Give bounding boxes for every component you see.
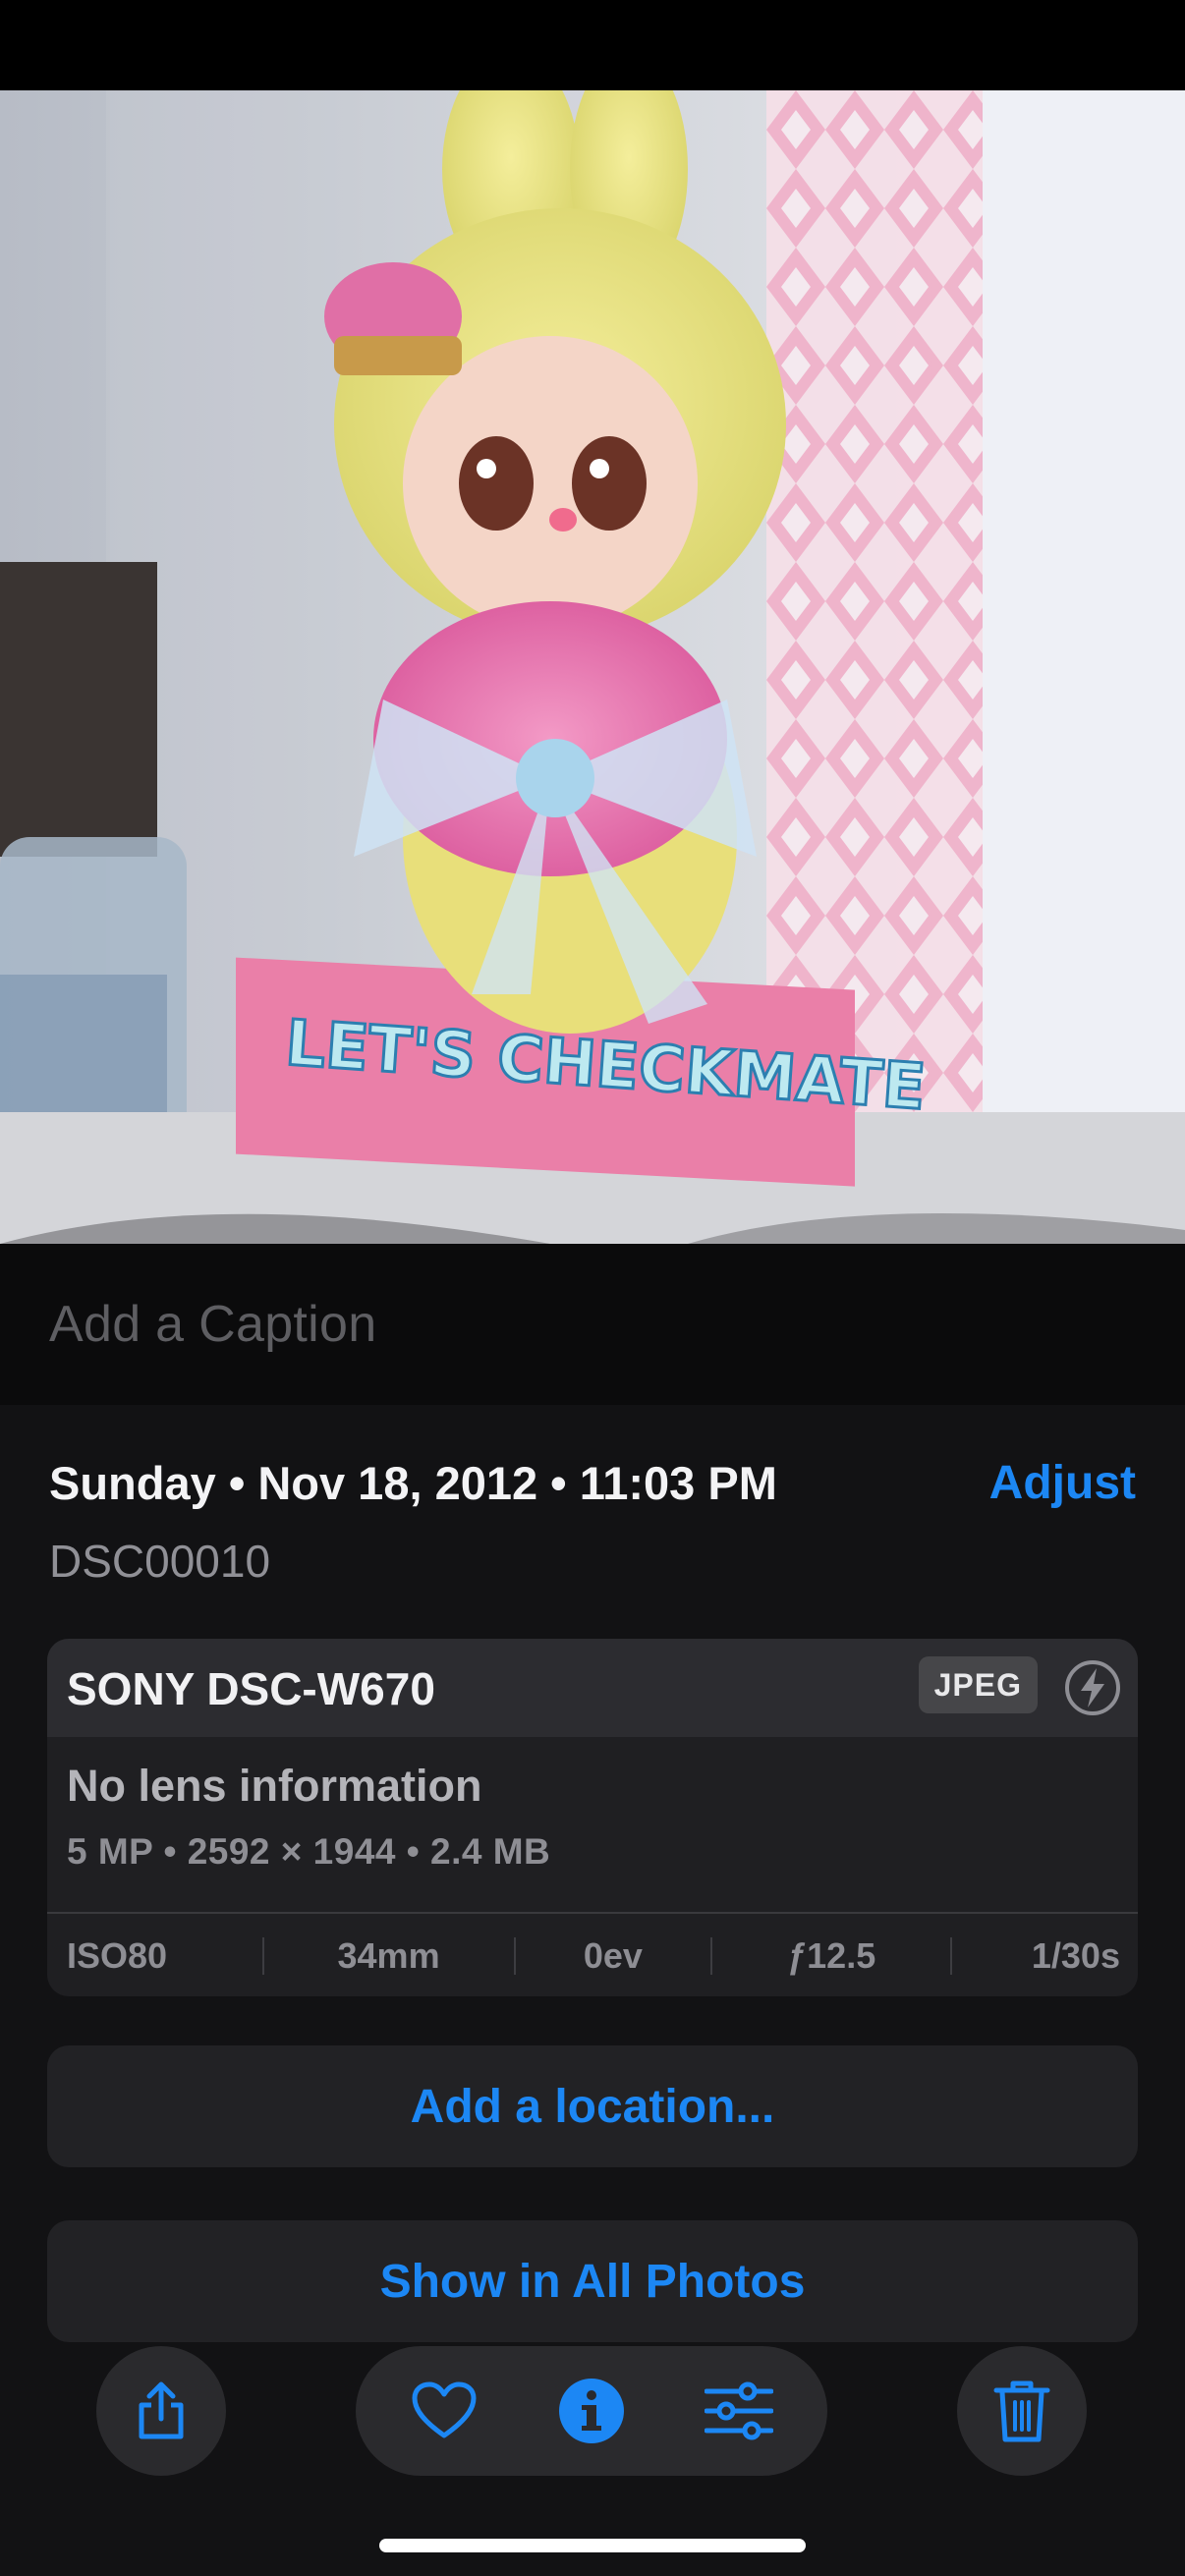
info-button[interactable]	[556, 2376, 627, 2446]
image-specs: 5 MP • 2592 × 1944 • 2.4 MB	[67, 1831, 551, 1872]
photo-preview[interactable]: LET'S CHECKMATE	[0, 90, 1185, 1244]
flash-off-icon	[1065, 1660, 1120, 1715]
date-time: Sunday • Nov 18, 2012 • 11:03 PM	[49, 1457, 777, 1509]
exif-shutter: 1/30s	[1031, 1935, 1120, 1976]
exif-aperture: ƒ12.5	[787, 1935, 876, 1976]
lens-info: No lens information	[67, 1761, 482, 1811]
photo-actions-group	[356, 2346, 827, 2476]
exif-exposure: 0ev	[583, 1935, 643, 1976]
exif-focal-length: 34mm	[337, 1935, 440, 1976]
share-icon	[139, 2381, 184, 2439]
camera-info-card: SONY DSC-W670 JPEG No lens information 5…	[47, 1639, 1138, 1996]
caption-area[interactable]: Add a Caption	[0, 1244, 1185, 1405]
format-badge: JPEG	[918, 1656, 1038, 1713]
share-button[interactable]	[96, 2346, 226, 2476]
sliders-icon	[705, 2381, 773, 2440]
show-in-all-photos-button[interactable]: Show in All Photos	[47, 2220, 1138, 2342]
exif-iso: ISO80	[67, 1935, 168, 1976]
trash-icon	[993, 2380, 1050, 2442]
camera-header: SONY DSC-W670 JPEG	[47, 1639, 1138, 1737]
edit-button[interactable]	[704, 2376, 774, 2446]
home-indicator[interactable]	[379, 2539, 806, 2552]
exif-row: ISO80 34mm 0ev ƒ12.5 1/30s	[47, 1912, 1138, 1996]
favorite-button[interactable]	[409, 2376, 480, 2446]
heart-icon	[412, 2381, 477, 2438]
caption-placeholder[interactable]: Add a Caption	[49, 1295, 376, 1354]
camera-name: SONY DSC-W670	[67, 1663, 435, 1714]
delete-button[interactable]	[957, 2346, 1087, 2476]
adjust-date-button[interactable]: Adjust	[989, 1456, 1136, 1510]
info-icon	[559, 2379, 624, 2443]
add-location-button[interactable]: Add a location...	[47, 2045, 1138, 2167]
photo-image: LET'S CHECKMATE	[0, 90, 1185, 1244]
filename: DSC00010	[49, 1536, 271, 1587]
